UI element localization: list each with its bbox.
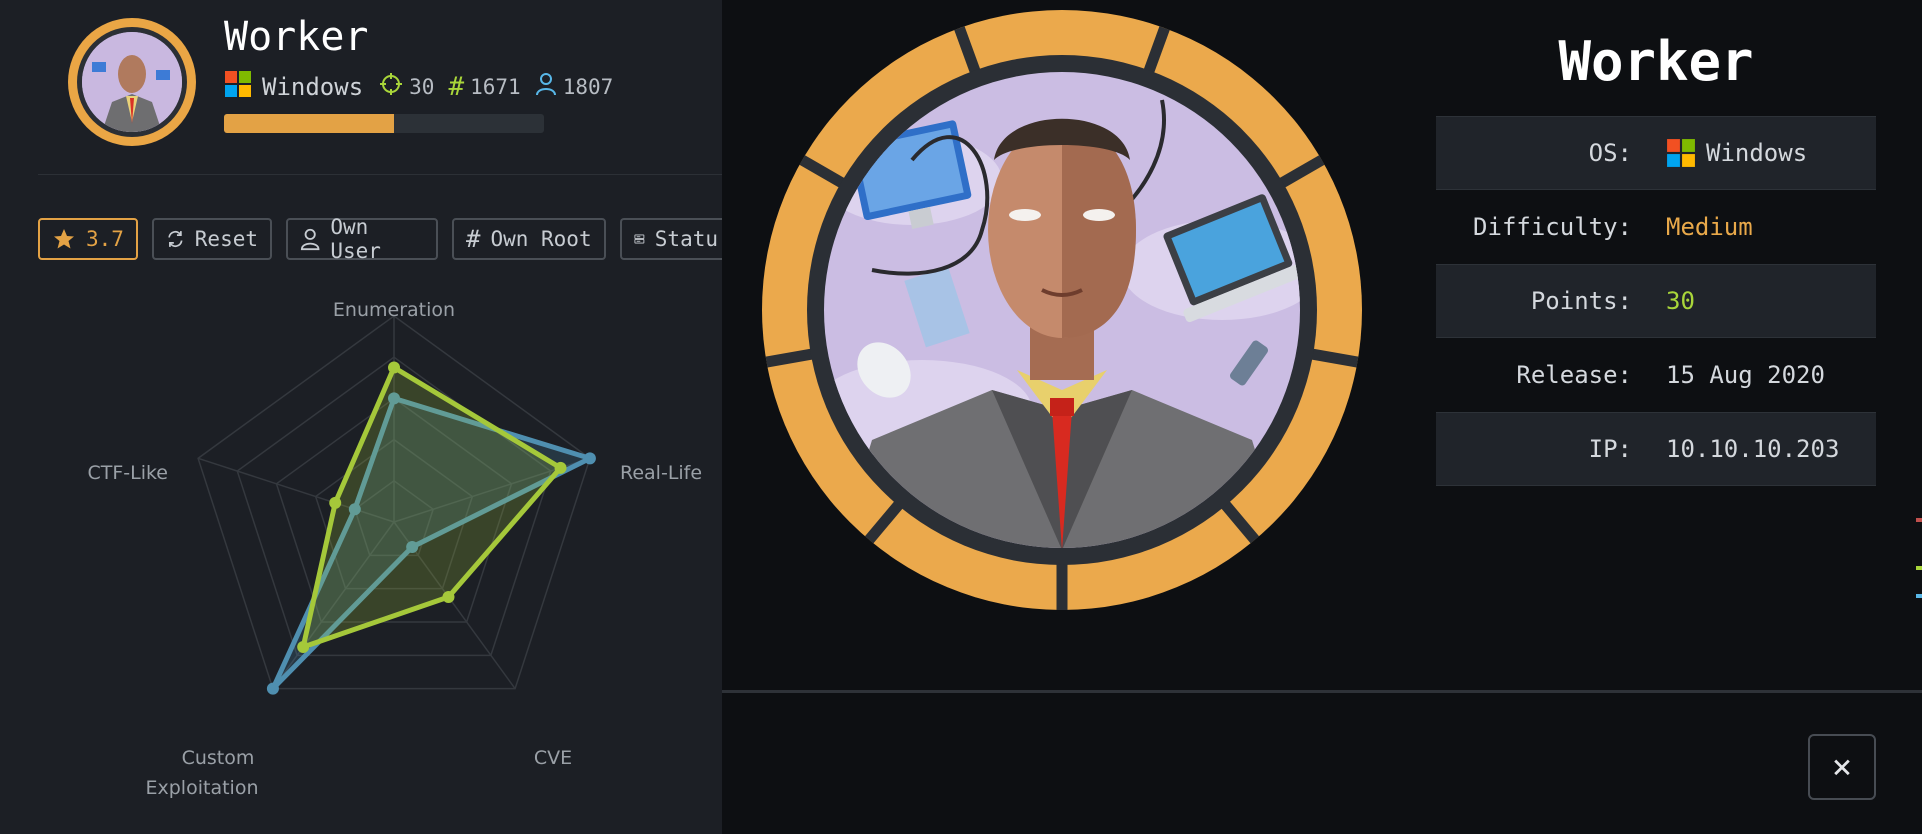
own-user-button[interactable]: Own User: [286, 215, 438, 263]
windows-icon: [224, 70, 252, 103]
own-root-label: Own Root: [490, 227, 592, 251]
radar-label-custom-line2: Exploitation: [146, 777, 259, 799]
reset-label: Reset: [194, 227, 258, 251]
edge-marker: [1916, 594, 1922, 598]
machine-meta: Windows 30 # 1671 1807: [224, 70, 627, 103]
info-row-difficulty: Difficulty: Medium: [1436, 190, 1876, 264]
reset-button[interactable]: Reset: [152, 218, 272, 260]
radar-label-enumeration: Enumeration: [333, 299, 455, 321]
rating-button[interactable]: 3.7: [38, 218, 138, 260]
machine-points: 30: [409, 74, 435, 99]
radar-chart: Enumeration Real-Life CVE Custom Exploit…: [87, 299, 702, 799]
radar-label-cve: CVE: [534, 747, 572, 769]
own-user-label: Own User: [330, 215, 381, 263]
own-root-button[interactable]: # Own Root: [452, 218, 606, 260]
radar-point: [583, 452, 596, 465]
close-icon: ×: [1831, 747, 1853, 787]
info-key: IP:: [1588, 435, 1632, 463]
close-button[interactable]: ×: [1808, 734, 1876, 800]
info-key: Difficulty:: [1473, 213, 1632, 241]
edge-marker: [1916, 518, 1922, 522]
machine-avatar: [68, 18, 196, 146]
info-os-value: Windows: [1706, 139, 1808, 167]
hash-icon: #: [466, 225, 481, 253]
divider: [38, 174, 722, 175]
info-difficulty-value: Medium: [1666, 213, 1753, 241]
machine-avatar-large: [762, 10, 1362, 610]
info-value: Windows: [1666, 138, 1807, 168]
rating-value: 3.7: [86, 227, 124, 251]
info-key: Release:: [1516, 361, 1632, 389]
user-icon: [300, 228, 320, 251]
star-icon: [54, 229, 74, 249]
radar-label-custom-line1: Custom: [182, 747, 255, 769]
machine-info-table: OS: Windows Difficulty: Medium Points: 3…: [1436, 116, 1876, 486]
machine-panel: Worker Windows 30 # 1671 1807 3.7 Reset …: [0, 0, 730, 834]
info-row-os: OS: Windows: [1436, 116, 1876, 190]
refresh-icon: [168, 230, 183, 248]
info-key: OS:: [1588, 139, 1632, 167]
user-icon: [535, 72, 557, 101]
hash-icon: #: [448, 71, 465, 102]
info-row-points: Points: 30: [1436, 264, 1876, 338]
status-button[interactable]: Statu: [620, 218, 730, 260]
info-key: Points:: [1530, 287, 1632, 315]
radar-label-real-life: Real-Life: [620, 462, 702, 484]
radar-point: [554, 461, 567, 474]
info-row-ip: IP: 10.10.10.203: [1436, 412, 1876, 486]
radar-point: [266, 682, 279, 695]
windows-icon: [1667, 139, 1695, 167]
info-points-value: 30: [1666, 287, 1695, 315]
modal-title: Worker: [1558, 30, 1754, 93]
info-row-release: Release: 15 Aug 2020: [1436, 338, 1876, 412]
progress-fill: [224, 114, 394, 133]
progress-bar: [224, 114, 544, 133]
radar-point: [388, 361, 400, 374]
status-label: Statu: [654, 227, 718, 251]
info-release-value: 15 Aug 2020: [1666, 361, 1825, 389]
machine-users: 1807: [562, 74, 614, 99]
info-ip-value: 10.10.10.203: [1666, 435, 1840, 463]
radar-point: [297, 640, 310, 653]
radar-point: [329, 496, 342, 509]
radar-label-ctf-like: CTF-Like: [87, 462, 168, 484]
machine-rank: 1671: [470, 74, 521, 99]
machine-title: Worker: [224, 14, 369, 60]
modal-divider: [722, 690, 1922, 693]
radar-point: [442, 590, 455, 603]
machine-os: Windows: [262, 72, 364, 101]
edge-marker: [1916, 566, 1922, 570]
server-icon: [634, 234, 645, 244]
crosshair-icon: [379, 72, 403, 101]
